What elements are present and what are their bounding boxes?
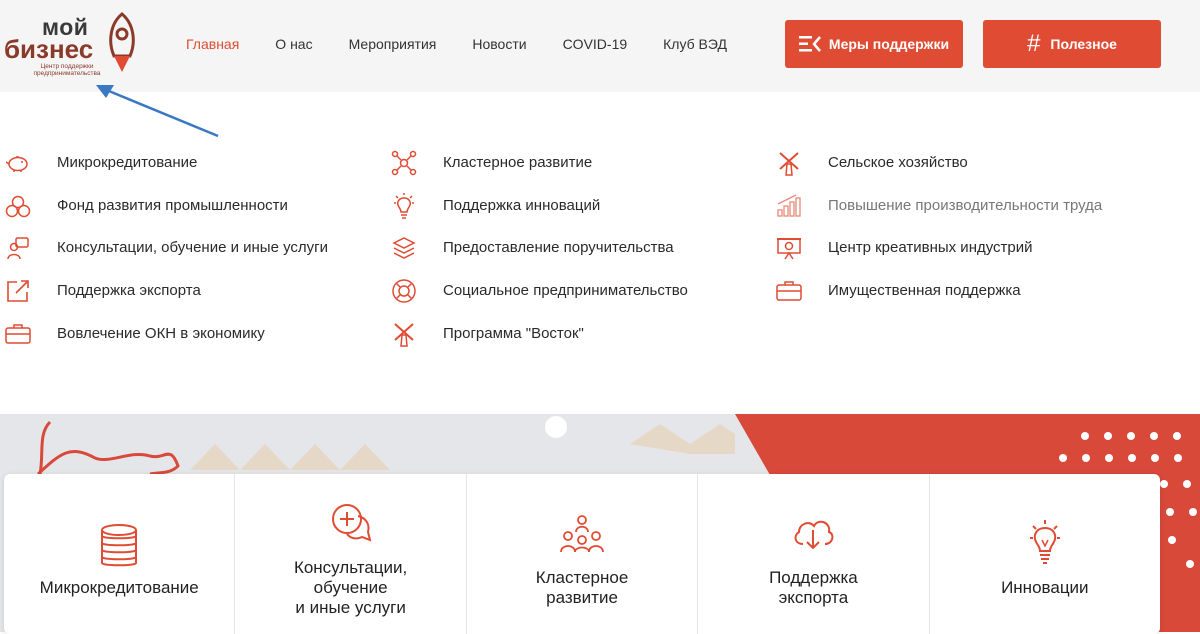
menu-label: Имущественная поддержка [828, 282, 1021, 300]
bar-chart-icon [775, 193, 803, 219]
nav-ved-club[interactable]: Клуб ВЭД [663, 36, 727, 56]
card-innovation[interactable]: Инновации [930, 474, 1160, 634]
nav-covid[interactable]: COVID-19 [563, 36, 628, 56]
hashtag-icon: # [1027, 30, 1041, 57]
cloud-download-icon [791, 516, 835, 555]
menu-label: Фонд развития промышленности [57, 196, 288, 214]
briefcase-icon [775, 278, 803, 304]
windmill-icon [390, 321, 418, 347]
coins-icon [99, 524, 139, 573]
card-microcredit[interactable]: Микрокредитование [4, 474, 236, 634]
rocket-logo-icon [109, 12, 135, 72]
card-title: Поддержка экспорта [769, 568, 858, 607]
useful-button[interactable]: # Полезное [983, 20, 1161, 68]
presentation-icon [775, 235, 803, 261]
menu-label: Кластерное развитие [443, 154, 593, 171]
card-title: Микрокредитование [39, 578, 199, 597]
lightbulb-icon [390, 192, 418, 219]
briefcase-icon [4, 321, 32, 347]
support-measures-button[interactable]: Меры поддержки [785, 20, 963, 68]
consultant-icon [4, 235, 32, 261]
main-nav: Главная О нас Мероприятия Новости COVID-… [186, 36, 763, 56]
nav-news[interactable]: Новости [472, 36, 526, 56]
menu-label: Консультации, обучение и иные услуги [57, 239, 329, 257]
nav-events[interactable]: Мероприятия [349, 36, 437, 56]
support-measures-label: Меры поддержки [828, 36, 950, 52]
menu-label: Предоставление поручительства [443, 239, 674, 257]
card-consulting[interactable]: Консультации, обучение и иные услуги [235, 474, 467, 634]
export-arrow-icon [4, 278, 32, 304]
site-header: мой бизнес Центр поддержки предпринимате… [0, 0, 1200, 92]
menu-label: Повышение производительности труда [828, 196, 1103, 214]
menu-label: Поддержка экспорта [57, 282, 201, 300]
menu-label: Центр креативных индустрий [828, 239, 1033, 257]
card-title: Кластерное развитие [535, 568, 629, 607]
lifebuoy-icon [390, 278, 418, 304]
menu-label: Сельское хозяйство [828, 154, 968, 171]
logo[interactable]: мой бизнес Центр поддержки предпринимате… [0, 8, 150, 84]
menu-label: Социальное предпринимательство [443, 282, 688, 300]
piggy-bank-icon [4, 150, 32, 176]
annotation-arrow [96, 85, 219, 138]
windmill-icon [775, 150, 803, 176]
menu-label: Программа "Восток" [443, 324, 584, 342]
team-icon [560, 514, 604, 559]
menu-label: Вовлечение ОКН в экономику [57, 324, 265, 342]
service-cards: Микрокредитование Консультации, обучение… [4, 474, 1160, 634]
circles-icon [4, 193, 32, 219]
lightbulb-icon [1027, 520, 1063, 569]
menu-label: Микрокредитование [57, 154, 198, 171]
card-cluster[interactable]: Кластерное развитие [467, 474, 699, 634]
menu-arrow-icon [798, 35, 821, 53]
useful-label: Полезное [1050, 36, 1117, 52]
card-title: Инновации [1001, 578, 1089, 597]
logo-word-2: бизнес [4, 34, 94, 64]
chat-plus-icon [330, 502, 372, 549]
logo-subtitle: Центр поддержки предпринимательства [33, 63, 101, 78]
layers-icon [390, 235, 418, 261]
nav-about[interactable]: О нас [275, 36, 312, 56]
card-title: Консультации, обучение и иные услуги [293, 558, 408, 617]
menu-label: Поддержка инноваций [443, 196, 601, 214]
network-icon [390, 150, 418, 176]
nav-home[interactable]: Главная [186, 36, 239, 56]
card-export[interactable]: Поддержка экспорта [698, 474, 930, 634]
